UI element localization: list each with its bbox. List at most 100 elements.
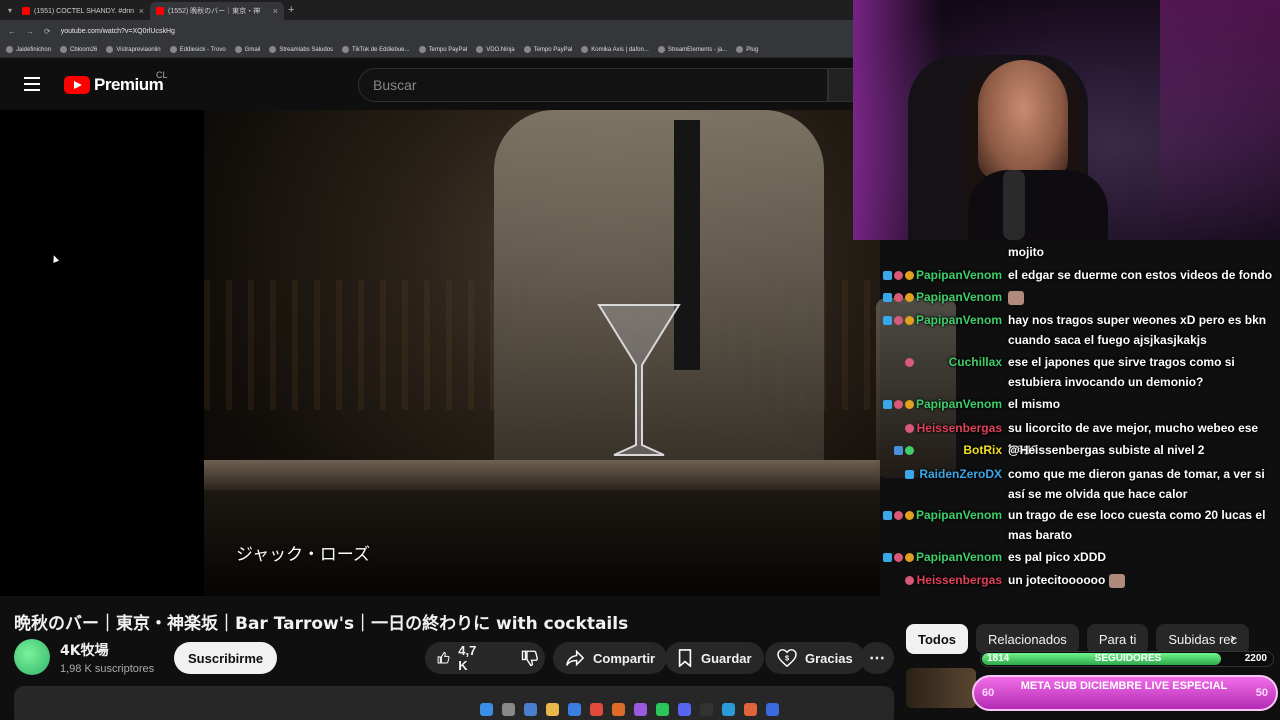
search-input[interactable]: Buscar — [358, 68, 828, 102]
channel-avatar[interactable] — [14, 639, 50, 675]
bookmark-item[interactable]: Komika Axis | dafon... — [581, 46, 649, 53]
webcam-shelf — [1160, 0, 1280, 240]
video-title: 晩秋のバー｜東京・神楽坂｜Bar Tarrow's｜一日の終わりに with c… — [14, 614, 629, 634]
chevron-right-icon[interactable]: › — [1230, 630, 1235, 648]
chat-username: Cuchillax — [948, 355, 1002, 369]
chat-badges — [876, 464, 914, 484]
forward-icon[interactable]: → — [26, 27, 34, 36]
bookmark-item[interactable]: TikTok de Eddiebue... — [342, 46, 410, 53]
save-button[interactable]: Guardar — [665, 642, 764, 674]
bookmark-favicon-icon — [60, 46, 68, 53]
chat-username: PapipanVenom — [915, 268, 1002, 282]
firefox-icon[interactable] — [744, 702, 757, 716]
chip-related[interactable]: Relacionados — [976, 624, 1079, 654]
bar-counter — [204, 460, 880, 490]
followers-target: 2200 — [1244, 653, 1267, 664]
bookmark-favicon-icon — [234, 46, 242, 53]
chat-message: mojito — [876, 242, 1280, 262]
chat-badges — [876, 265, 914, 285]
browser-tab-label: (1552) 晩秋のバー｜東京・神 — [168, 8, 261, 15]
bookmark-item[interactable]: Jaidefinichon — [6, 46, 51, 53]
bookmark-save-icon — [678, 649, 692, 667]
chat-badges — [876, 570, 914, 590]
streamer-webcam — [853, 0, 1280, 240]
thanks-label: Gracias — [805, 650, 853, 666]
bookmark-favicon-icon — [269, 46, 277, 53]
bookmark-item[interactable]: Eddiesick - Trovo — [169, 46, 226, 53]
youtube-play-icon — [64, 76, 90, 94]
chat-username: RaidenZeroDX — [919, 467, 1002, 481]
file-explorer-icon[interactable] — [546, 702, 559, 716]
obs-icon[interactable] — [700, 702, 713, 716]
back-icon[interactable]: ← — [8, 27, 16, 36]
related-video-thumbnail[interactable] — [906, 668, 976, 708]
app-icon[interactable] — [766, 702, 779, 716]
share-arrow-icon — [566, 649, 585, 667]
reload-icon[interactable]: ⟳ — [44, 27, 51, 36]
close-tab-icon[interactable]: × — [273, 6, 278, 16]
app-icon[interactable] — [634, 702, 647, 716]
widgets-icon[interactable] — [524, 702, 537, 716]
subscribe-button[interactable]: Suscribirme — [174, 642, 278, 674]
bookmark-item[interactable]: Streamlabs Saludos — [269, 46, 333, 53]
youtube-favicon-icon — [156, 7, 164, 15]
bookmark-item[interactable]: VDO.Ninja — [476, 46, 515, 53]
microphone-icon — [1003, 170, 1025, 240]
bookmark-item[interactable]: Vistrapreviaonlin — [106, 46, 161, 53]
bookmark-folder-icon — [736, 46, 744, 53]
bookmark-item[interactable]: Gmail — [234, 46, 260, 53]
browser-tab-1[interactable]: (1551) CÓCTEL SHANDY. #drin × — [16, 2, 150, 20]
stream-chat-overlay: mojito PapipanVenom el edgar se duerme co… — [876, 242, 1280, 596]
bookmark-item[interactable]: StreamElements - ja... — [657, 46, 727, 53]
close-tab-icon[interactable]: × — [139, 6, 144, 16]
chat-message: Heissenbergas un jotecitoooooo — [876, 570, 1280, 590]
tab-list-chevron-icon[interactable]: ▾ — [4, 6, 16, 15]
like-button[interactable]: 4,7 K — [425, 642, 493, 674]
webcam-body — [968, 170, 1108, 240]
url-field[interactable]: youtube.com/watch?v=XQ0rlUcskHg — [61, 28, 175, 35]
bookmark-item[interactable]: Tempo PayPal — [418, 46, 467, 53]
chat-message: Cuchillax ese el japones que sirve tragos… — [876, 352, 1280, 392]
save-label: Guardar — [701, 650, 752, 666]
bookmark-favicon-icon — [6, 46, 13, 53]
bookmark-item[interactable]: Tempo PayPal — [523, 46, 572, 53]
discord-icon[interactable] — [678, 702, 691, 716]
thanks-button[interactable]: $ Gracias — [765, 642, 865, 674]
video-subtitle: ジャック・ローズ — [236, 545, 370, 565]
app-icon[interactable] — [612, 702, 625, 716]
edge-icon[interactable] — [722, 702, 735, 716]
more-actions-icon[interactable]: ⋯ — [860, 642, 894, 674]
video-player[interactable]: ジャック・ローズ — [0, 110, 880, 596]
like-dislike-group: 4,7 K — [425, 642, 545, 674]
chip-for-you[interactable]: Para ti — [1086, 624, 1149, 654]
chat-message: PapipanVenom el edgar se duerme con estos… — [876, 265, 1280, 285]
webcam-person — [978, 60, 1068, 180]
share-button[interactable]: Compartir — [553, 642, 668, 674]
chip-all[interactable]: Todos — [906, 624, 969, 654]
spotify-icon[interactable] — [656, 702, 669, 716]
chat-text: el edgar se duerme con estos videos de f… — [1008, 268, 1273, 282]
bookmark-item[interactable]: Cbloom26 — [60, 46, 97, 53]
thumbs-down-icon — [521, 650, 539, 667]
browser-tab-label: (1551) CÓCTEL SHANDY. #drin — [34, 7, 134, 15]
new-tab-icon[interactable]: + — [288, 4, 294, 16]
bookmark-item[interactable]: Plug — [736, 46, 758, 53]
chat-text: como que me dieron ganas de tomar, a ver… — [1008, 467, 1265, 501]
chat-message: RaidenZeroDX como que me dieron ganas de … — [876, 464, 1280, 504]
bookmark-favicon-icon — [418, 46, 426, 53]
chrome-icon[interactable] — [590, 702, 603, 716]
chat-message: PapipanVenom — [876, 287, 1280, 307]
mail-icon[interactable] — [568, 702, 581, 716]
related-filter-chips: Todos Relacionados Para ti Subidas rec — [906, 624, 1256, 654]
dislike-button[interactable] — [509, 642, 551, 674]
windows-start-icon[interactable] — [480, 702, 493, 716]
task-view-icon[interactable] — [502, 702, 515, 716]
browser-tab-2[interactable]: (1552) 晩秋のバー｜東京・神 × — [150, 2, 284, 20]
hamburger-menu-icon[interactable] — [24, 77, 40, 91]
youtube-premium-logo[interactable]: Premium CL — [64, 70, 168, 95]
chat-badges — [876, 547, 914, 567]
subs-target: 50 — [1255, 687, 1268, 699]
channel-name[interactable]: 4K牧場 — [60, 640, 154, 660]
bookmark-favicon-icon — [581, 46, 589, 53]
chat-text: el mismo — [1008, 397, 1061, 411]
